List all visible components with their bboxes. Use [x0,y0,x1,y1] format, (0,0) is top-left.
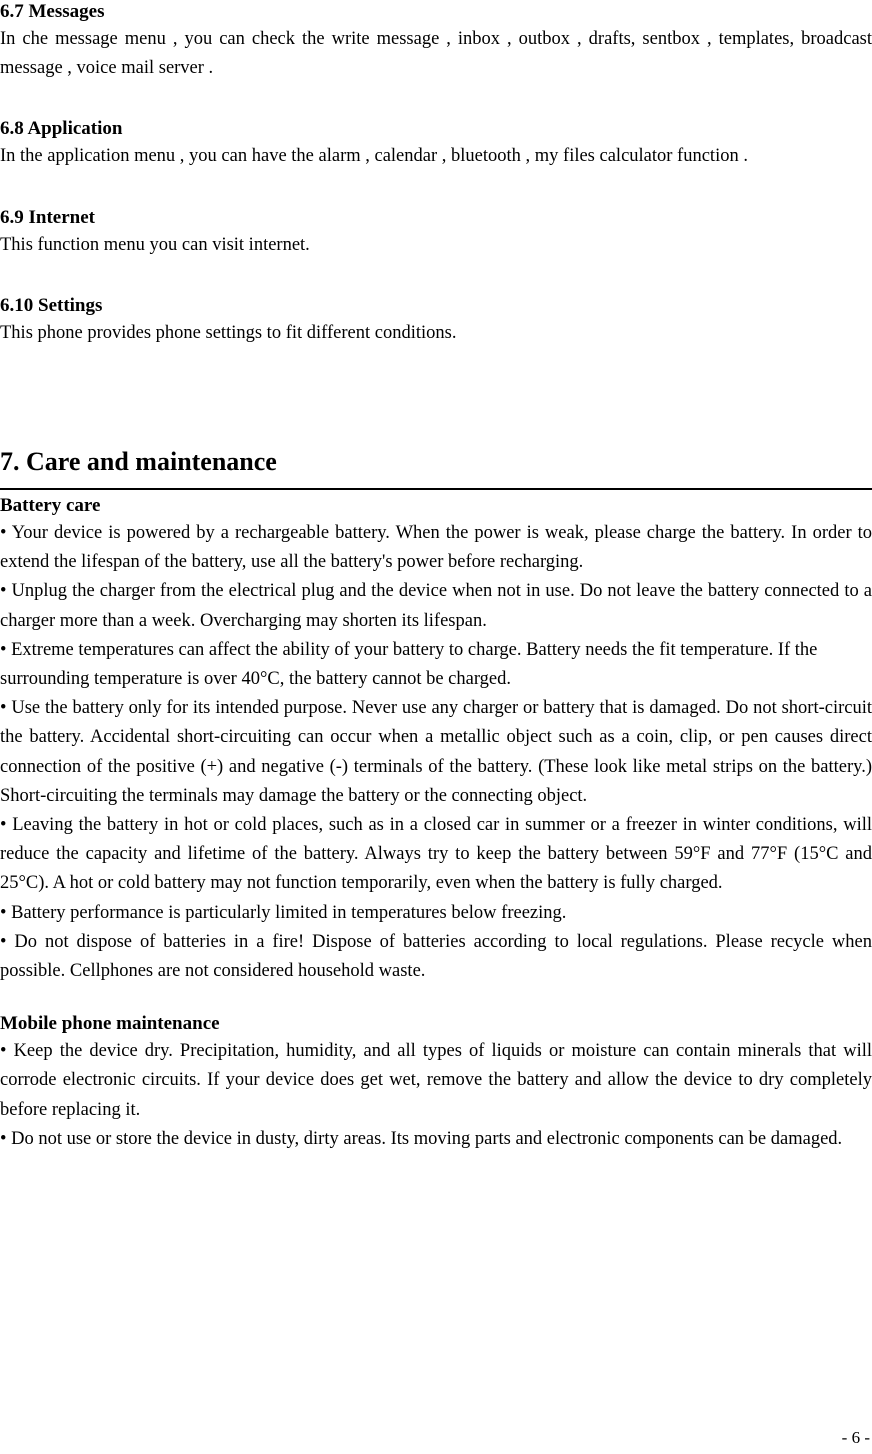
mobile-maintenance-item: • Keep the device dry. Precipitation, hu… [0,1041,872,1120]
battery-care-item: • Leaving the battery in hot or cold pla… [0,815,872,894]
battery-care-item: • Extreme temperatures can affect the ab… [0,639,818,690]
section-heading-messages: 6.7 Messages [0,1,105,22]
battery-care-item: • Battery performance is particularly li… [0,902,567,923]
battery-care-item: • Unplug the charger from the electrical… [0,581,872,631]
page-content: 6.7 Messages In che message menu , you c… [0,0,872,1154]
page-number: - 6 - [841,1428,870,1447]
subsection-heading-mobile-phone-maintenance: Mobile phone maintenance [0,1013,220,1035]
section-heading-settings: 6.10 Settings [0,294,103,316]
section-paragraph-internet: This function menu you can visit interne… [0,234,310,255]
document-page: 6.7 Messages In che message menu , you c… [0,0,872,1454]
battery-care-item: • Your device is powered by a rechargeab… [0,523,872,573]
mobile-maintenance-item: • Do not use or store the device in dust… [0,1128,843,1149]
section-heading-application: 6.8 Application [0,118,123,140]
section-paragraph-application: In the application menu , you can have t… [0,146,748,167]
section-paragraph-settings: This phone provides phone settings to fi… [0,322,457,343]
battery-care-item: • Use the battery only for its intended … [0,698,872,806]
section-paragraph-messages: In che message menu , you can check the … [0,29,872,79]
battery-care-item: • Do not dispose of batteries in a fire!… [0,931,872,982]
subsection-heading-battery-care: Battery care [0,495,101,517]
chapter-heading-care-and-maintenance: 7. Care and maintenance [0,447,277,477]
section-heading-internet: 6.9 Internet [0,206,95,228]
